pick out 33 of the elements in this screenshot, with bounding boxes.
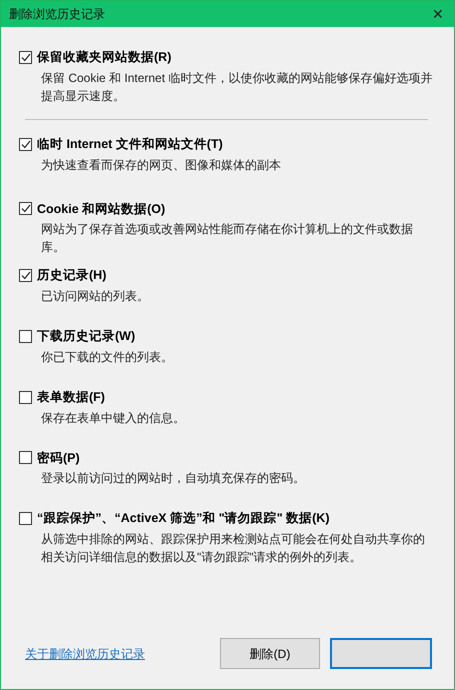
option-description: 保留 Cookie 和 Internet 临时文件，以使你收藏的网站能够保存偏好选项并提高显示速度。 — [40, 70, 434, 105]
option-description: 保存在表单中键入的信息。 — [40, 410, 186, 426]
option-description: 为快速查看而保存的网页、图像和媒体的副本 — [40, 156, 282, 174]
help-link[interactable]: 关于删除浏览历史记录 — [25, 644, 145, 662]
dialog-button[interactable] — [330, 638, 432, 669]
checkbox[interactable] — [19, 50, 32, 64]
window-title: 删除浏览历史记录 — [9, 6, 105, 23]
check-icon — [20, 52, 30, 62]
option-label[interactable]: 临时 Internet 文件和网站文件(T) — [37, 134, 223, 154]
checkbox[interactable] — [19, 269, 32, 282]
checkbox[interactable] — [19, 330, 32, 343]
option-label[interactable]: “跟踪保护”、“ActiveX 筛选”和 "请勿跟踪" 数据(K) — [37, 509, 330, 528]
option-label[interactable]: 历史记录(H) — [37, 266, 106, 285]
checkbox[interactable] — [19, 202, 32, 216]
option-description: 网站为了保存首选项或改善网站性能而存储在你计算机上的文件或数据库。 — [40, 221, 414, 256]
checkbox[interactable] — [19, 451, 32, 464]
option-label[interactable]: 下载历史记录(W) — [37, 327, 136, 346]
option-description: 从筛选中排除的网站、跟踪保护用来检测站点可能会在何处自动共享你的相关访问详细信息的数据以及"请勿跟踪"请求的例外的列表。 — [40, 531, 426, 566]
option-label[interactable]: 保留收藏夹网站数据(R) — [37, 48, 172, 67]
close-button[interactable]: ✕ — [432, 7, 444, 21]
option-description: 已访问网站的列表。 — [40, 288, 150, 305]
option-label[interactable]: 密码(P) — [37, 448, 80, 468]
checkbox[interactable] — [19, 390, 32, 404]
option-description: 你已下载的文件的列表。 — [40, 348, 174, 366]
check-icon — [20, 140, 30, 149]
check-icon — [20, 204, 30, 214]
option-label[interactable]: 表单数据(F) — [37, 388, 105, 406]
check-icon — [20, 271, 30, 280]
checkbox[interactable] — [19, 138, 32, 151]
option-description: 登录以前访问过的网站时，自动填充保存的密码。 — [40, 470, 306, 488]
option-label[interactable]: Cookie 和网站数据(O) — [37, 200, 166, 218]
delete-button[interactable]: 删除(D) — [220, 638, 320, 669]
checkbox[interactable] — [19, 512, 32, 526]
